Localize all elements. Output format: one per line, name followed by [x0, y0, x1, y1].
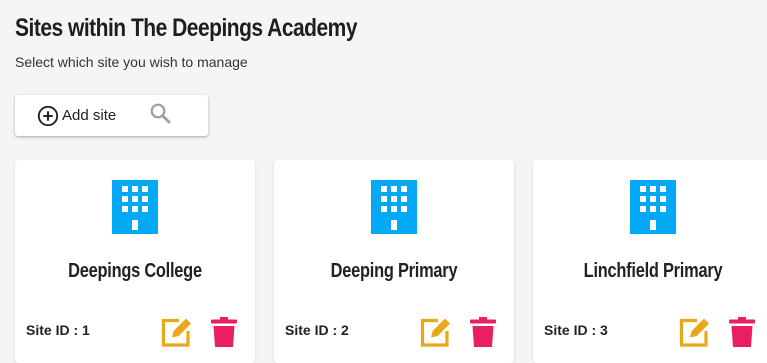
add-site-label: Add site — [62, 107, 117, 124]
site-name: Linchfield Primary — [583, 260, 723, 282]
building-icon — [369, 178, 419, 241]
add-site-button[interactable]: Add site — [15, 95, 130, 136]
site-id: Site ID : 3 — [544, 322, 608, 338]
site-id: Site ID : 2 — [285, 322, 349, 338]
building-icon — [110, 178, 160, 241]
toolbar: Add site — [15, 95, 208, 136]
page-subtitle: Select which site you wish to manage — [15, 54, 248, 70]
building-icon — [628, 178, 678, 241]
edit-icon[interactable] — [419, 316, 453, 353]
page-title: Sites within The Deepings Academy — [15, 14, 358, 42]
edit-icon[interactable] — [160, 316, 194, 353]
site-card[interactable]: Deeping Primary Site ID : 2 — [274, 160, 514, 363]
site-name: Deeping Primary — [330, 260, 458, 282]
edit-icon[interactable] — [678, 316, 712, 353]
trash-icon[interactable] — [728, 316, 756, 353]
site-name: Deepings College — [68, 260, 202, 282]
plus-circle-icon — [37, 105, 59, 127]
trash-icon[interactable] — [210, 316, 238, 353]
search-icon — [149, 102, 171, 129]
search-button[interactable] — [130, 95, 190, 136]
site-card[interactable]: Deepings College Site ID : 1 — [15, 160, 255, 363]
site-id: Site ID : 1 — [26, 322, 90, 338]
trash-icon[interactable] — [469, 316, 497, 353]
site-card[interactable]: Linchfield Primary Site ID : 3 — [533, 160, 767, 363]
